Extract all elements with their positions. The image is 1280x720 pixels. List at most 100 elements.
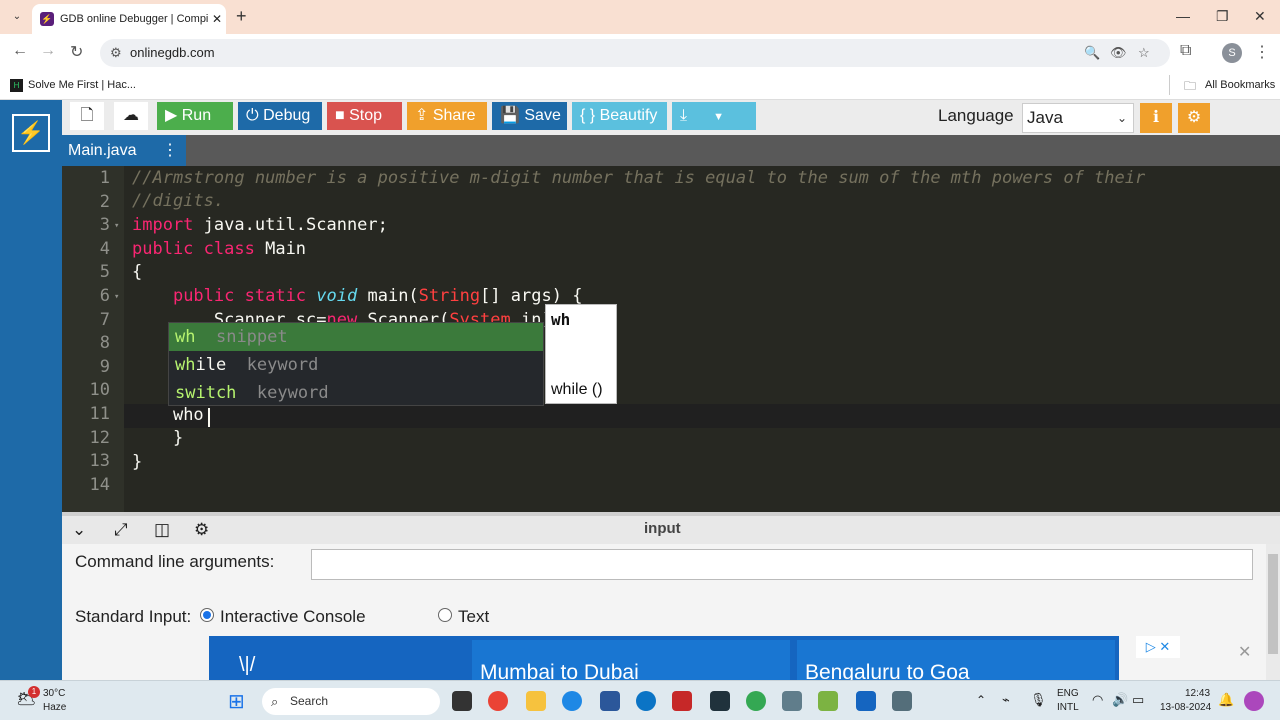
language-select[interactable]: Java ⌄ xyxy=(1022,103,1134,133)
ad-logo-icon: \|/ xyxy=(239,654,256,676)
tab-title: GDB online Debugger | Compi xyxy=(60,13,208,25)
tab-close-icon[interactable]: ✕ xyxy=(208,12,226,26)
debug-icon: ⏻ xyxy=(246,107,264,124)
back-icon[interactable]: ← xyxy=(12,42,28,60)
download-button[interactable]: ⤓ ▼ xyxy=(672,102,756,130)
minimize-icon[interactable]: — xyxy=(1176,8,1190,24)
file-tab-main-java[interactable]: Main.java ⋮ xyxy=(62,135,186,166)
advertisement-banner[interactable]: \|/ Mumbai to Dubai Bengaluru to Goa xyxy=(209,636,1119,680)
radio-interactive-console[interactable] xyxy=(200,608,214,622)
autocomplete-item[interactable]: while keyword xyxy=(169,351,543,379)
editor-toolbar: 🗋 ☁ ▶ Run ⏻ Debug ■ Stop ⇪ Share 💾 Save … xyxy=(62,100,1280,135)
ad-card-mumbai[interactable]: Mumbai to Dubai xyxy=(472,640,790,680)
search-icon: ⌕ xyxy=(271,694,279,709)
tray-chevron-icon[interactable]: ⌃ xyxy=(976,693,986,707)
dell-icon[interactable] xyxy=(636,691,656,711)
task-view-icon[interactable] xyxy=(452,691,472,711)
restore-icon[interactable]: ❐ xyxy=(1216,8,1229,25)
start-windows-icon[interactable]: ⊞ xyxy=(228,689,245,714)
stop-button[interactable]: ■ Stop xyxy=(327,102,402,130)
radio-text[interactable] xyxy=(438,608,452,622)
store-icon[interactable] xyxy=(600,691,620,711)
cmd-args-input[interactable] xyxy=(311,549,1253,580)
bookmark-star-icon[interactable]: ☆ xyxy=(1138,39,1150,67)
beautify-button[interactable]: { } Beautify xyxy=(572,102,667,130)
stdin-label: Standard Input: xyxy=(75,607,192,626)
info-icon[interactable]: ℹ xyxy=(1140,103,1172,133)
fold-arrow-icon[interactable]: ▾ xyxy=(114,221,119,231)
forward-icon[interactable]: → xyxy=(40,42,56,60)
profile-avatar[interactable]: S xyxy=(1222,43,1242,63)
chrome-icon[interactable] xyxy=(488,691,508,711)
chrome-profile-icon[interactable] xyxy=(746,691,766,711)
language-label: Language xyxy=(938,106,1014,125)
settings-gear-icon[interactable]: ⚙ xyxy=(1178,103,1210,133)
panel-scrollbar[interactable] xyxy=(1266,544,1280,680)
keyboard-layout[interactable]: INTL xyxy=(1057,702,1079,713)
line-number-gutter: 1 2 3 ▾ 4 5 6 ▾ 7 8 9 10 11 12 13 14 xyxy=(62,166,124,512)
language-value: Java xyxy=(1027,108,1063,127)
text-cursor xyxy=(208,408,210,427)
scrollbar-thumb[interactable] xyxy=(1268,554,1278,654)
new-file-icon[interactable]: 🗋 xyxy=(70,102,104,130)
settings-icon[interactable] xyxy=(782,691,802,711)
search-label: Search xyxy=(290,694,329,708)
new-tab-icon[interactable]: + xyxy=(236,6,247,27)
browser-menu-icon[interactable]: ⋮ xyxy=(1254,42,1270,62)
network-icon[interactable]: ⌁ xyxy=(1002,692,1010,708)
collapse-chevron-icon[interactable]: ⌄ xyxy=(72,520,86,540)
file-tab-menu-icon[interactable]: ⋮ xyxy=(162,135,178,166)
fold-arrow-icon[interactable]: ▾ xyxy=(114,292,119,302)
app-icon[interactable] xyxy=(818,691,838,711)
terminal-icon[interactable] xyxy=(710,691,730,711)
adchoices-icon[interactable]: ▷ ✕ xyxy=(1136,636,1180,658)
ad-card-bengaluru[interactable]: Bengaluru to Goa xyxy=(797,640,1115,680)
code-line-2: //digits. xyxy=(132,191,225,211)
panel-settings-icon[interactable]: ⚙ xyxy=(194,520,209,540)
input-panel-title: input xyxy=(644,520,681,537)
microphone-icon[interactable]: 🎙 xyxy=(1030,692,1047,708)
run-button[interactable]: ▶ Run xyxy=(157,102,233,130)
code-line-4: public class Main xyxy=(132,239,307,259)
gdb-logo-icon[interactable]: ⚡ xyxy=(12,114,50,152)
upload-icon[interactable]: ☁ xyxy=(114,102,148,130)
all-bookmarks[interactable]: All Bookmarks xyxy=(1205,79,1275,91)
ac-meta: keyword xyxy=(246,355,319,375)
autocomplete-item[interactable]: switch keyword xyxy=(169,379,543,407)
url-field[interactable]: ⚙ onlinegdb.com 🔍 👁 ☆ xyxy=(100,39,1170,67)
zoom-icon[interactable]: 🔍 xyxy=(1084,39,1100,67)
site-info-icon[interactable]: ⚙ xyxy=(110,39,122,67)
ad-close-icon[interactable]: ✕ xyxy=(1238,642,1251,662)
close-window-icon[interactable]: ✕ xyxy=(1254,8,1266,25)
clock-time[interactable]: 12:43 xyxy=(1185,688,1210,699)
browser-tab[interactable]: ⚡ GDB online Debugger | Compi ✕ xyxy=(32,4,226,34)
ac-meta: snippet xyxy=(215,327,288,347)
taskbar-search[interactable]: ⌕ Search xyxy=(262,688,440,715)
battery-icon[interactable]: ▭ xyxy=(1132,692,1144,708)
extensions-icon[interactable]: ⧉ xyxy=(1180,42,1191,60)
language-code[interactable]: ENG xyxy=(1057,688,1079,699)
code-line-13: } xyxy=(132,452,143,472)
eye-off-icon[interactable]: 👁 xyxy=(1110,39,1127,67)
copilot-icon[interactable] xyxy=(1244,691,1264,711)
edge-icon[interactable] xyxy=(562,691,582,711)
dropdown-caret-icon[interactable]: ▼ xyxy=(713,111,724,123)
share-button[interactable]: ⇪ Share xyxy=(407,102,487,130)
layout-toggle-icon[interactable]: ◫ xyxy=(154,520,170,540)
reload-icon[interactable]: ↻ xyxy=(70,42,83,62)
notepad-icon[interactable] xyxy=(856,691,876,711)
typed-text: who xyxy=(172,405,204,425)
clock-date[interactable]: 13-08-2024 xyxy=(1160,702,1211,713)
wifi-icon[interactable]: ◠ xyxy=(1092,692,1103,708)
debug-button[interactable]: ⏻ Debug xyxy=(238,102,322,130)
tab-search-icon[interactable]: ⌄ xyxy=(8,8,26,26)
mcafee-icon[interactable] xyxy=(672,691,692,711)
volume-icon[interactable]: 🔊 xyxy=(1112,692,1128,708)
save-button[interactable]: 💾 Save xyxy=(492,102,567,130)
expand-icon[interactable]: ⤢ xyxy=(114,520,128,540)
file-explorer-icon[interactable] xyxy=(526,691,546,711)
calculator-icon[interactable] xyxy=(892,691,912,711)
notifications-icon[interactable]: 🔔 xyxy=(1218,692,1234,708)
autocomplete-item[interactable]: wh snippet xyxy=(169,323,543,351)
bookmark-item[interactable]: Solve Me First | Hac... xyxy=(28,79,136,91)
